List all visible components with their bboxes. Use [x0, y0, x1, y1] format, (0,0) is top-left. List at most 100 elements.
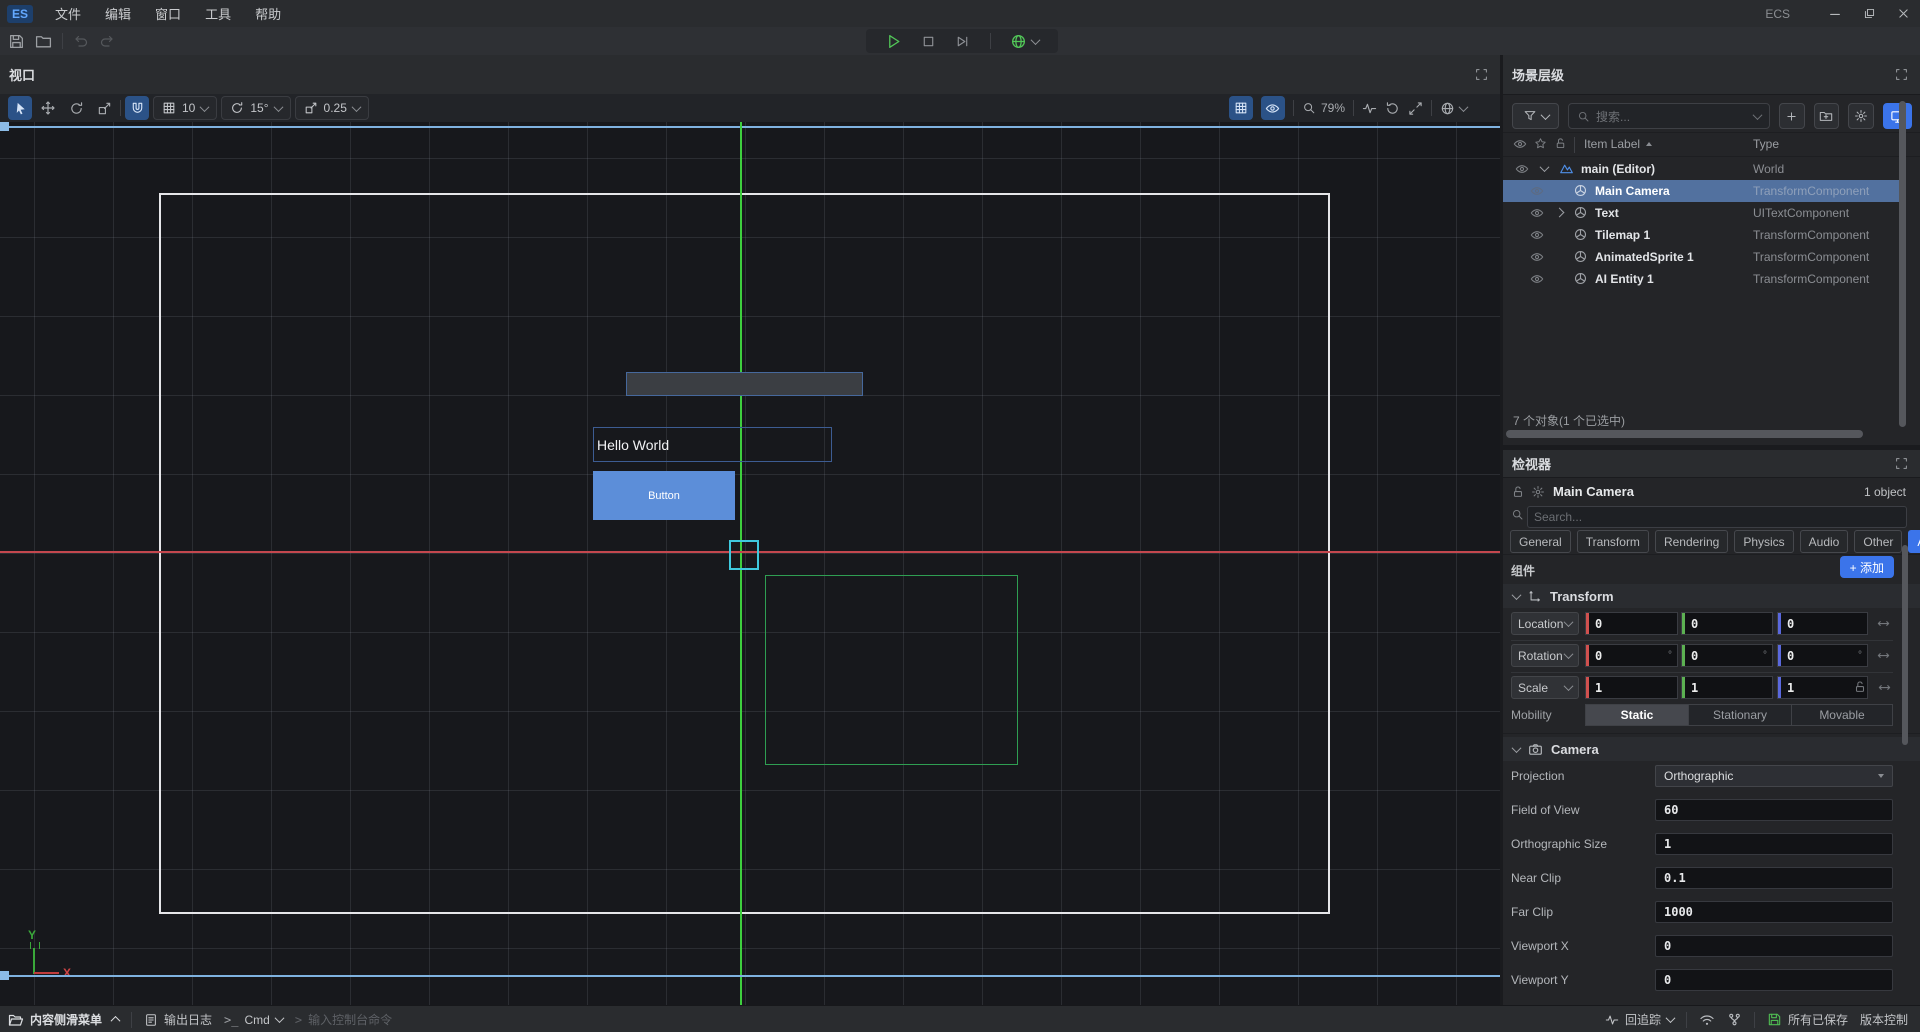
- play-button[interactable]: [885, 33, 902, 50]
- menu-window[interactable]: 窗口: [143, 0, 193, 27]
- eye-icon[interactable]: [1530, 206, 1544, 220]
- tab-general[interactable]: General: [1510, 530, 1571, 553]
- field-of-view-input[interactable]: 60: [1655, 799, 1893, 821]
- maximize-button[interactable]: [1852, 0, 1886, 27]
- eye-icon[interactable]: [1530, 250, 1544, 264]
- near-clip-input[interactable]: 0.1: [1655, 867, 1893, 889]
- fullscreen-icon[interactable]: [1475, 68, 1488, 81]
- console-command-input[interactable]: > 输入控制台命令: [295, 1011, 392, 1028]
- fullscreen-icon[interactable]: [1895, 68, 1908, 81]
- branch-icon[interactable]: [1727, 1012, 1742, 1027]
- vertical-scrollbar[interactable]: [1899, 101, 1906, 427]
- visibility-toggle-button[interactable]: [1261, 96, 1285, 120]
- favorite-column-toggle[interactable]: [1534, 137, 1547, 150]
- cmd-dropdown[interactable]: >_ Cmd: [224, 1013, 283, 1027]
- eye-icon[interactable]: [1515, 162, 1529, 176]
- stats-button[interactable]: [1362, 101, 1377, 116]
- mobility-stationary[interactable]: Stationary: [1688, 704, 1792, 726]
- viewport-y-input[interactable]: 0: [1655, 969, 1893, 991]
- location-y-field[interactable]: 0: [1681, 612, 1773, 635]
- transform-section-header[interactable]: Transform: [1503, 584, 1920, 608]
- step-button[interactable]: [955, 34, 970, 49]
- ui-canvas-handle[interactable]: [0, 122, 9, 131]
- sort-by-type-header[interactable]: Type: [1753, 137, 1779, 151]
- select-tool[interactable]: [8, 96, 32, 120]
- menu-tools[interactable]: 工具: [193, 0, 243, 27]
- lock-column-toggle[interactable]: [1554, 137, 1567, 150]
- button-object[interactable]: Button: [593, 471, 735, 520]
- hierarchy-row-text[interactable]: Text UITextComponent: [1503, 202, 1901, 224]
- display-mode-button[interactable]: [1883, 103, 1912, 129]
- ui-canvas-handle[interactable]: [0, 971, 9, 980]
- eye-icon[interactable]: [1530, 228, 1544, 242]
- save-button[interactable]: [8, 33, 25, 50]
- orthographic-size-input[interactable]: 1: [1655, 833, 1893, 855]
- location-dropdown[interactable]: Location: [1511, 612, 1579, 635]
- version-control-button[interactable]: 版本控制: [1860, 1011, 1908, 1028]
- uniform-scale-lock-icon[interactable]: [1853, 680, 1867, 694]
- hierarchy-row-ai-entity[interactable]: AI Entity 1 TransformComponent: [1503, 268, 1901, 290]
- scene-canvas[interactable]: Hello World Button Y X: [0, 122, 1500, 1005]
- mobility-movable[interactable]: Movable: [1791, 704, 1893, 726]
- projection-select[interactable]: Orthographic: [1655, 765, 1893, 787]
- scale-x-field[interactable]: 1: [1585, 676, 1678, 699]
- hierarchy-row-animatedsprite[interactable]: AnimatedSprite 1 TransformComponent: [1503, 246, 1901, 268]
- grid-snap-dropdown[interactable]: 10: [153, 96, 217, 120]
- rotation-dropdown[interactable]: Rotation: [1511, 644, 1579, 667]
- inspector-search-input[interactable]: Search...: [1527, 506, 1907, 528]
- content-drawer-button[interactable]: 内容侧滑菜单: [8, 1011, 119, 1028]
- add-component-button[interactable]: + 添加: [1840, 556, 1894, 578]
- fullscreen-icon[interactable]: [1895, 457, 1908, 470]
- collapse-chevron-icon[interactable]: [1540, 162, 1550, 172]
- world-dropdown[interactable]: [1440, 101, 1467, 116]
- link-values-icon[interactable]: [1876, 648, 1891, 663]
- entity-bounds-rect[interactable]: [765, 575, 1018, 765]
- save-status[interactable]: 所有已保存: [1767, 1011, 1848, 1028]
- hierarchy-search-input[interactable]: 搜索...: [1568, 103, 1770, 129]
- hierarchy-row-world[interactable]: main (Editor) World: [1503, 158, 1901, 180]
- grid-toggle-button[interactable]: [1229, 96, 1253, 120]
- menu-file[interactable]: 文件: [43, 0, 93, 27]
- mobility-static[interactable]: Static: [1585, 704, 1689, 726]
- rotation-y-field[interactable]: 0°: [1681, 644, 1773, 667]
- link-values-icon[interactable]: [1877, 680, 1892, 695]
- network-status-icon[interactable]: [1699, 1012, 1715, 1028]
- viewport-x-input[interactable]: 0: [1655, 935, 1893, 957]
- tilemap-object[interactable]: [626, 372, 863, 396]
- hierarchy-row-main-camera[interactable]: Main Camera TransformComponent: [1503, 180, 1901, 202]
- trace-dropdown[interactable]: 回追踪: [1605, 1011, 1674, 1028]
- tab-physics[interactable]: Physics: [1734, 530, 1793, 553]
- location-z-field[interactable]: 0: [1777, 612, 1868, 635]
- menu-help[interactable]: 帮助: [243, 0, 293, 27]
- filter-dropdown[interactable]: [1512, 103, 1559, 129]
- app-logo[interactable]: ES: [7, 5, 33, 23]
- zoom-control[interactable]: 79%: [1302, 101, 1345, 115]
- rotation-x-field[interactable]: 0°: [1585, 644, 1678, 667]
- lock-icon[interactable]: [1511, 485, 1525, 499]
- sort-by-label-header[interactable]: Item Label: [1584, 137, 1652, 151]
- scale-tool[interactable]: [92, 96, 116, 120]
- rotate-tool[interactable]: [64, 96, 88, 120]
- expand-view-button[interactable]: [1408, 101, 1423, 116]
- rotation-snap-dropdown[interactable]: 15°: [221, 96, 290, 120]
- add-folder-button[interactable]: [1814, 103, 1840, 129]
- redo-button[interactable]: [99, 33, 115, 49]
- rotation-z-field[interactable]: 0°: [1777, 644, 1868, 667]
- gear-icon[interactable]: [1531, 485, 1545, 499]
- visibility-column-toggle[interactable]: [1513, 137, 1527, 151]
- tab-all[interactable]: All: [1908, 530, 1920, 553]
- text-object[interactable]: Hello World: [593, 427, 832, 462]
- snap-tool[interactable]: [125, 96, 149, 120]
- open-folder-button[interactable]: [35, 33, 52, 50]
- stop-button[interactable]: [921, 34, 936, 49]
- eye-icon[interactable]: [1530, 184, 1544, 198]
- camera-section-header[interactable]: Camera: [1503, 737, 1920, 761]
- scale-y-field[interactable]: 1: [1681, 676, 1773, 699]
- selection-pivot-handle[interactable]: [729, 540, 759, 570]
- tab-audio[interactable]: Audio: [1800, 530, 1849, 553]
- scale-dropdown[interactable]: Scale: [1511, 676, 1579, 699]
- tab-rendering[interactable]: Rendering: [1655, 530, 1728, 553]
- menu-edit[interactable]: 编辑: [93, 0, 143, 27]
- scale-snap-dropdown[interactable]: 0.25: [295, 96, 369, 120]
- move-tool[interactable]: [36, 96, 60, 120]
